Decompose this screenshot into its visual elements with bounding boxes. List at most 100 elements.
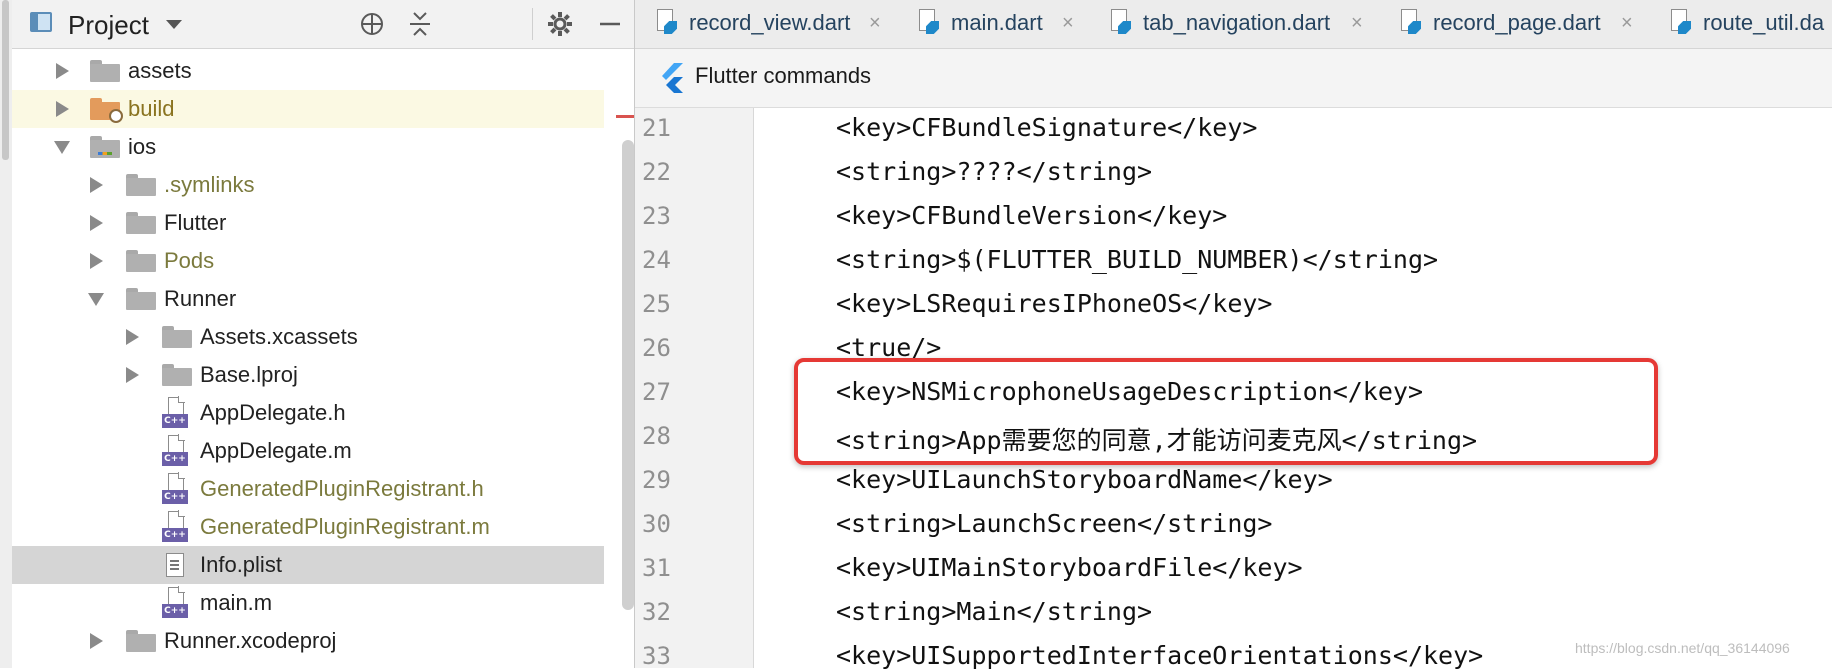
tree-item-main-m[interactable]: C++ main.m bbox=[12, 584, 604, 622]
code-line[interactable]: <string>$(FLUTTER_BUILD_NUMBER)</string> bbox=[836, 245, 1438, 274]
tree-item-symlinks[interactable]: .symlinks bbox=[12, 166, 604, 204]
c-file-icon: C++ bbox=[162, 510, 188, 543]
tree-item-assets[interactable]: assets bbox=[12, 52, 604, 90]
tree-item-label: main.m bbox=[200, 590, 273, 615]
folder-icon bbox=[90, 60, 120, 82]
plist-file-icon bbox=[166, 553, 184, 577]
code-line[interactable]: <string>Main</string> bbox=[836, 597, 1152, 626]
expand-arrow-icon[interactable] bbox=[90, 215, 103, 231]
line-number: 22 bbox=[642, 158, 671, 186]
tree-item-build[interactable]: build bbox=[12, 90, 604, 128]
close-icon[interactable]: × bbox=[1351, 12, 1363, 35]
close-icon[interactable]: × bbox=[1621, 12, 1633, 35]
expand-arrow-icon[interactable] bbox=[90, 177, 103, 193]
folder-icon bbox=[126, 288, 156, 310]
dart-file-icon bbox=[919, 9, 941, 37]
line-number: 28 bbox=[642, 422, 671, 450]
code-line[interactable]: <key>UIMainStoryboardFile</key> bbox=[836, 553, 1303, 582]
tree-item-assets-xcassets[interactable]: Assets.xcassets bbox=[12, 318, 604, 356]
tab-main[interactable]: main.dart × bbox=[897, 0, 1089, 48]
project-panel-header: Project bbox=[12, 0, 634, 49]
tree-item-pods[interactable]: Pods bbox=[12, 242, 604, 280]
code-line[interactable]: <key>UILaunchStoryboardName</key> bbox=[836, 465, 1333, 494]
tab-label: main.dart bbox=[951, 10, 1043, 35]
code-line[interactable]: <key>CFBundleSignature</key> bbox=[836, 113, 1257, 142]
line-number: 30 bbox=[642, 510, 671, 538]
locate-icon[interactable] bbox=[356, 8, 388, 40]
folder-icon bbox=[162, 364, 192, 386]
project-window-icon bbox=[30, 12, 52, 32]
flutter-commands-title[interactable]: Flutter commands bbox=[695, 63, 871, 89]
flutter-commands-bar: Flutter commands bbox=[635, 49, 1832, 108]
tab-label: record_page.dart bbox=[1433, 10, 1601, 35]
code-line[interactable]: <string>????</string> bbox=[836, 157, 1152, 186]
c-file-icon: C++ bbox=[162, 434, 188, 467]
close-icon[interactable]: × bbox=[1062, 12, 1074, 35]
tree-item-label: assets bbox=[128, 58, 192, 83]
tree-item-runner-xcodeproj[interactable]: Runner.xcodeproj bbox=[12, 622, 604, 660]
code-line[interactable]: <key>LSRequiresIPhoneOS</key> bbox=[836, 289, 1273, 318]
line-number: 29 bbox=[642, 466, 671, 494]
editor-tab-bar: record_view.dart × main.dart × tab_navig… bbox=[635, 0, 1832, 49]
collapse-arrow-icon[interactable] bbox=[54, 141, 70, 154]
expand-arrow-icon[interactable] bbox=[126, 367, 139, 383]
dart-file-icon bbox=[1401, 9, 1423, 37]
folder-icon bbox=[126, 630, 156, 652]
tab-record-page[interactable]: record_page.dart × bbox=[1379, 0, 1649, 48]
expand-arrow-icon[interactable] bbox=[56, 101, 69, 117]
expand-arrow-icon[interactable] bbox=[56, 63, 69, 79]
c-file-icon: C++ bbox=[162, 396, 188, 429]
tree-item-generatedpluginregistrant-m[interactable]: C++ GeneratedPluginRegistrant.m bbox=[12, 508, 604, 546]
code-line[interactable]: <key>UISupportedInterfaceOrientations</k… bbox=[836, 641, 1483, 670]
project-panel: Project assets build ios .symlinks Flutt… bbox=[12, 0, 646, 668]
project-scrollbar[interactable] bbox=[622, 140, 634, 610]
tree-item-label: Flutter bbox=[164, 210, 227, 235]
tree-item-label: Base.lproj bbox=[200, 362, 298, 387]
tab-tab-navigation[interactable]: tab_navigation.dart × bbox=[1089, 0, 1379, 48]
tab-label: tab_navigation.dart bbox=[1143, 10, 1331, 35]
line-number: 23 bbox=[642, 202, 671, 230]
tree-item-generatedpluginregistrant-h[interactable]: C++ GeneratedPluginRegistrant.h bbox=[12, 470, 604, 508]
folder-icon bbox=[126, 174, 156, 196]
tab-route-util[interactable]: route_util.da bbox=[1649, 0, 1832, 48]
tree-item-runner[interactable]: Runner bbox=[12, 280, 604, 318]
folder-icon bbox=[162, 326, 192, 348]
tree-item-appdelegate-m[interactable]: C++ AppDelegate.m bbox=[12, 432, 604, 470]
tab-label: record_view.dart bbox=[689, 10, 851, 35]
line-number: 27 bbox=[642, 378, 671, 406]
expand-arrow-icon[interactable] bbox=[90, 633, 103, 649]
line-number: 25 bbox=[642, 290, 671, 318]
chevron-down-icon[interactable] bbox=[166, 20, 182, 29]
code-line[interactable]: <string>LaunchScreen</string> bbox=[836, 509, 1273, 538]
tree-item-flutter[interactable]: Flutter bbox=[12, 204, 604, 242]
collapse-arrow-icon[interactable] bbox=[88, 293, 104, 306]
watermark: https://blog.csdn.net/qq_36144096 bbox=[1575, 640, 1790, 656]
close-icon[interactable]: × bbox=[869, 12, 881, 35]
line-number: 33 bbox=[642, 642, 671, 670]
tree-item-label: AppDelegate.h bbox=[200, 400, 346, 425]
c-file-icon: C++ bbox=[162, 586, 188, 619]
tab-record-view[interactable]: record_view.dart × bbox=[635, 0, 897, 48]
project-panel-title[interactable]: Project bbox=[68, 10, 149, 41]
expand-arrow-icon[interactable] bbox=[90, 253, 103, 269]
tree-item-label: .symlinks bbox=[164, 172, 255, 197]
tree-item-appdelegate-h[interactable]: C++ AppDelegate.h bbox=[12, 394, 604, 432]
code-line[interactable]: <key>CFBundleVersion</key> bbox=[836, 201, 1227, 230]
line-number: 31 bbox=[642, 554, 671, 582]
collapse-icon[interactable] bbox=[404, 8, 436, 40]
dart-file-icon bbox=[657, 9, 679, 37]
line-number: 32 bbox=[642, 598, 671, 626]
tree-item-label: Runner.xcodeproj bbox=[164, 628, 337, 653]
line-number: 26 bbox=[642, 334, 671, 362]
dart-file-icon bbox=[1111, 9, 1133, 37]
left-strip-scrollbar[interactable] bbox=[2, 0, 9, 160]
tree-item-info-plist[interactable]: Info.plist bbox=[12, 546, 604, 584]
tree-item-base-lproj[interactable]: Base.lproj bbox=[12, 356, 604, 394]
tree-item-label: Assets.xcassets bbox=[200, 324, 358, 349]
gear-icon[interactable] bbox=[544, 8, 576, 40]
tree-item-ios[interactable]: ios bbox=[12, 128, 604, 166]
minimize-icon[interactable] bbox=[594, 8, 626, 40]
flutter-logo-icon bbox=[659, 63, 685, 93]
folder-icon bbox=[126, 212, 156, 234]
expand-arrow-icon[interactable] bbox=[126, 329, 139, 345]
